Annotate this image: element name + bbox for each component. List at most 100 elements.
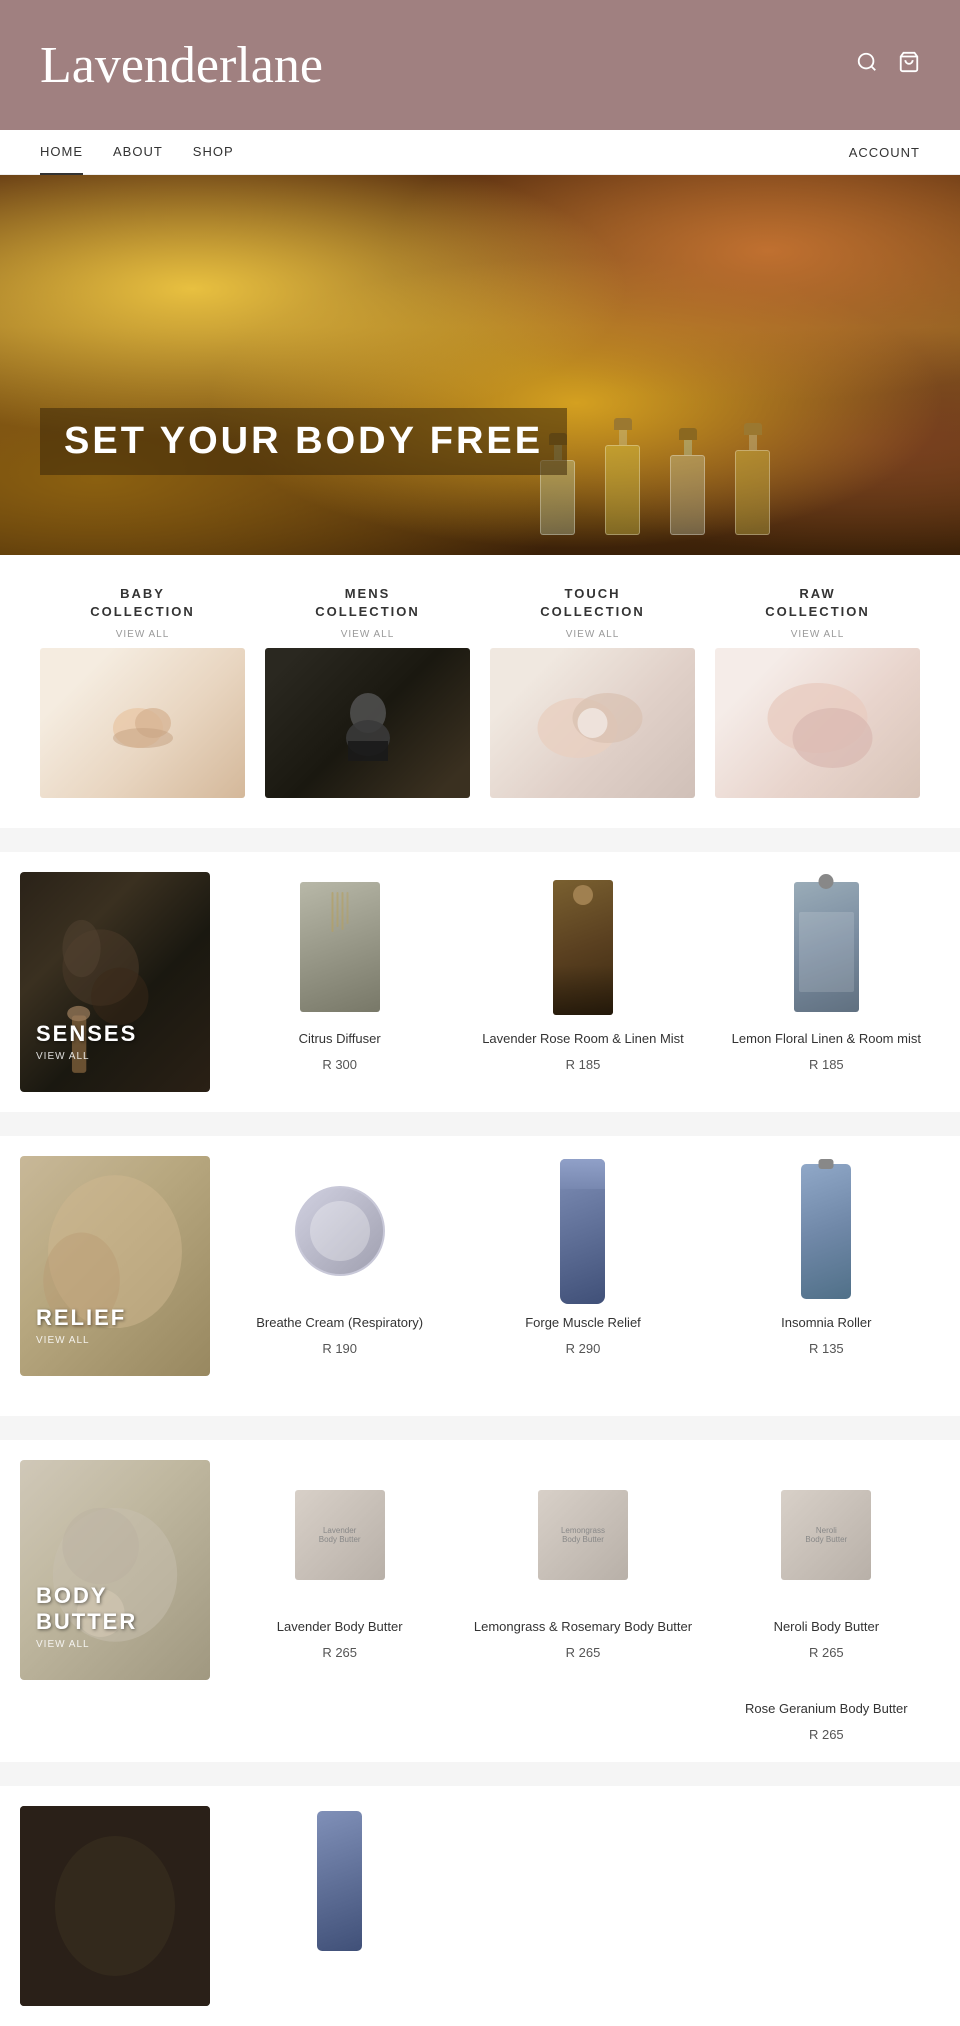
- cart-icon[interactable]: [898, 51, 920, 79]
- product-forge[interactable]: Forge Muscle Relief R 290: [469, 1156, 696, 1376]
- product-lavender-rose[interactable]: Lavender Rose Room & Linen Mist R 185: [469, 872, 696, 1092]
- senses-banner[interactable]: SENSES VIEW ALL: [20, 872, 210, 1092]
- breathe-cream-name: Breathe Cream (Respiratory): [256, 1314, 423, 1332]
- collection-raw-image: [715, 648, 920, 798]
- nav-account[interactable]: Account: [849, 145, 920, 160]
- lavender-rose-name: Lavender Rose Room & Linen Mist: [482, 1030, 684, 1048]
- senses-viewall[interactable]: VIEW ALL: [36, 1051, 137, 1062]
- lemongrass-butter-price: R 265: [566, 1645, 601, 1660]
- neroli-butter-image: NeroliBody Butter: [713, 1460, 940, 1610]
- collection-mens[interactable]: MENSCOLLECTION VIEW ALL: [265, 585, 470, 798]
- forge-price: R 290: [566, 1341, 601, 1356]
- lavender-butter-image: LavenderBody Butter: [226, 1460, 453, 1610]
- insomnia-name: Insomnia Roller: [781, 1314, 871, 1332]
- divider-4: [0, 1762, 960, 1774]
- product-lemongrass-butter[interactable]: LemongrassBody Butter Lemongrass & Rosem…: [469, 1460, 696, 1680]
- raw-photo: [715, 648, 920, 798]
- header: Lavenderlane: [0, 0, 960, 130]
- rose-geranium-name: Rose Geranium Body Butter: [745, 1700, 908, 1718]
- collection-baby-title: BABYCOLLECTION: [90, 585, 195, 621]
- relief-title: RELIEF: [36, 1305, 126, 1331]
- lavender-butter-name: Lavender Body Butter: [277, 1618, 403, 1636]
- product-breathe-cream[interactable]: Breathe Cream (Respiratory) R 190: [226, 1156, 453, 1376]
- touch-photo: [490, 648, 695, 798]
- product-lavender-butter[interactable]: LavenderBody Butter Lavender Body Butter…: [226, 1460, 453, 1680]
- lemongrass-butter-name: Lemongrass & Rosemary Body Butter: [474, 1618, 692, 1636]
- collection-touch[interactable]: TOUCHCOLLECTION VIEW ALL: [490, 585, 695, 798]
- collection-mens-viewall[interactable]: VIEW ALL: [341, 629, 395, 640]
- bottom-section: [0, 1786, 960, 2026]
- body-butter-banner-text: BODY BUTTER VIEW ALL: [36, 1583, 210, 1650]
- nav-left: HOME ABOUT SHOP: [40, 130, 234, 175]
- nav-shop[interactable]: SHOP: [193, 130, 234, 175]
- neroli-butter-price: R 265: [809, 1645, 844, 1660]
- collection-mens-image: [265, 648, 470, 798]
- collection-baby[interactable]: BABYCOLLECTION VIEW ALL: [40, 585, 245, 798]
- body-butter-title: BODY BUTTER: [36, 1583, 210, 1635]
- nav-home[interactable]: HOME: [40, 130, 83, 175]
- search-icon[interactable]: [856, 51, 878, 79]
- senses-title: SENSES: [36, 1021, 137, 1047]
- collection-touch-viewall[interactable]: VIEW ALL: [566, 629, 620, 640]
- relief-banner[interactable]: RELIEF VIEW ALL: [20, 1156, 210, 1376]
- collection-touch-image: [490, 648, 695, 798]
- citrus-diffuser-image: [226, 872, 453, 1022]
- product-neroli-butter[interactable]: NeroliBody Butter Neroli Body Butter R 2…: [713, 1460, 940, 1680]
- baby-photo: [40, 648, 245, 798]
- divider-1: [0, 828, 960, 840]
- insomnia-price: R 135: [809, 1341, 844, 1356]
- product-rose-geranium-butter[interactable]: [226, 1700, 453, 1741]
- product-citrus-diffuser[interactable]: Citrus Diffuser R 300: [226, 872, 453, 1092]
- mens-photo: [265, 648, 470, 798]
- breathe-cream-price: R 190: [322, 1341, 357, 1356]
- breathe-cream-image: [226, 1156, 453, 1306]
- body-butter-banner-spacer: [20, 1700, 210, 1741]
- lavender-rose-price: R 185: [566, 1057, 601, 1072]
- collection-raw-title: RAWCOLLECTION: [765, 585, 870, 621]
- lemongrass-butter-image: LemongrassBody Butter: [469, 1460, 696, 1610]
- bottom-product-1-image: [226, 1806, 453, 1956]
- bottom-banner[interactable]: [20, 1806, 210, 2006]
- divider-3: [0, 1416, 960, 1428]
- citrus-diffuser-name: Citrus Diffuser: [299, 1030, 381, 1048]
- collection-raw-viewall[interactable]: VIEW ALL: [791, 629, 845, 640]
- product-rose-geranium[interactable]: Rose Geranium Body Butter R 265: [713, 1700, 940, 1741]
- lemon-floral-price: R 185: [809, 1057, 844, 1072]
- product-bottom-1[interactable]: [226, 1806, 453, 2006]
- lemon-floral-image: [713, 872, 940, 1022]
- lavender-rose-image: [469, 872, 696, 1022]
- nav: HOME ABOUT SHOP Account: [0, 130, 960, 175]
- rose-geranium-price: R 265: [809, 1727, 844, 1742]
- hero-text: SET YOUR BODY FREE: [40, 408, 567, 475]
- senses-section: SENSES VIEW ALL Citrus Diffuser R 300: [0, 852, 960, 1112]
- logo[interactable]: Lavenderlane: [40, 36, 323, 95]
- body-butter-section: BODY BUTTER VIEW ALL LavenderBody Butter…: [0, 1440, 960, 1700]
- collection-baby-image: [40, 648, 245, 798]
- product-insomnia[interactable]: Insomnia Roller R 135: [713, 1156, 940, 1376]
- forge-name: Forge Muscle Relief: [525, 1314, 641, 1332]
- senses-banner-text: SENSES VIEW ALL: [36, 1021, 137, 1062]
- collection-touch-title: TOUCHCOLLECTION: [540, 585, 645, 621]
- citrus-diffuser-price: R 300: [322, 1057, 357, 1072]
- divider-2: [0, 1112, 960, 1124]
- collections-section: BABYCOLLECTION VIEW ALL MENSCOLLECTION V…: [0, 555, 960, 828]
- lemon-floral-name: Lemon Floral Linen & Room mist: [732, 1030, 921, 1048]
- relief-banner-text: RELIEF VIEW ALL: [36, 1305, 126, 1346]
- product-bottom-2: [469, 1806, 696, 2006]
- hero-section: SET YOUR BODY FREE: [0, 175, 960, 555]
- body-butter-banner[interactable]: BODY BUTTER VIEW ALL: [20, 1460, 210, 1680]
- collection-baby-viewall[interactable]: VIEW ALL: [116, 629, 170, 640]
- nav-about[interactable]: ABOUT: [113, 130, 163, 175]
- product-bottom-3: [713, 1806, 940, 2006]
- lavender-butter-price: R 265: [322, 1645, 357, 1660]
- insomnia-image: [713, 1156, 940, 1306]
- header-icons: [856, 51, 920, 79]
- collection-mens-title: MENSCOLLECTION: [315, 585, 420, 621]
- relief-section: RELIEF VIEW ALL Breathe Cream (Respirato…: [0, 1136, 960, 1396]
- relief-viewall[interactable]: VIEW ALL: [36, 1335, 126, 1346]
- forge-image: [469, 1156, 696, 1306]
- body-butter-viewall[interactable]: VIEW ALL: [36, 1639, 210, 1650]
- product-lemon-floral[interactable]: Lemon Floral Linen & Room mist R 185: [713, 872, 940, 1092]
- product-rose-geranium-butter2[interactable]: [469, 1700, 696, 1741]
- collection-raw[interactable]: RAWCOLLECTION VIEW ALL: [715, 585, 920, 798]
